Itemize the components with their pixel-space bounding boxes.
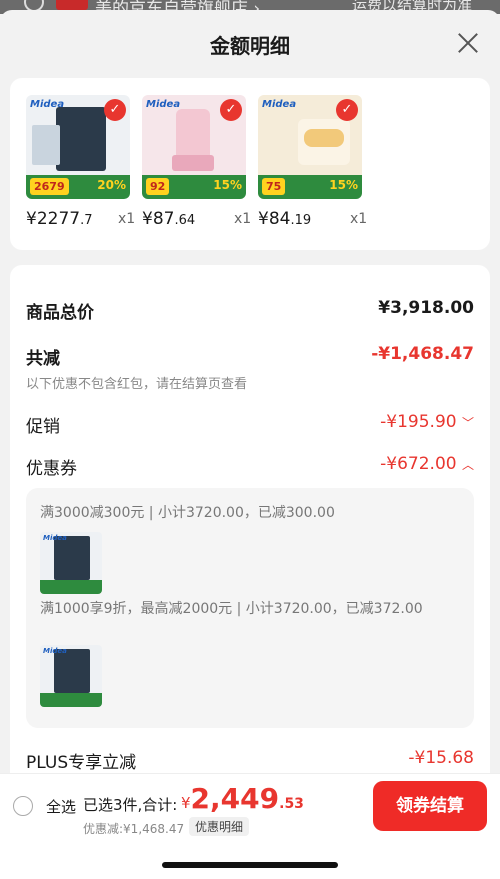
reduce-label: 共减 [26, 349, 60, 369]
background-store-tag [56, 0, 88, 10]
product-quantity: x1 [234, 211, 252, 227]
product-list: Midea ✓ 2679 20% ¥2277.7 x1 Midea ✓ 92 1… [10, 78, 490, 250]
close-icon[interactable] [455, 30, 481, 56]
brand-logo: Midea [146, 99, 181, 110]
promo-label: 促销 [26, 417, 60, 437]
product-item[interactable]: Midea ✓ 2679 20% ¥2277.7 x1 [20, 95, 135, 235]
selected-count: 已选3件,合计: [83, 796, 178, 814]
total-label: 商品总价 [26, 303, 94, 323]
promo-band: 75 15% [258, 175, 362, 199]
promo-price: 75 [262, 178, 286, 195]
promo-percent: 15% [213, 178, 242, 192]
total-value: ¥3,918.00 [378, 298, 474, 318]
checked-icon: ✓ [336, 99, 358, 121]
reduce-value: -¥1,468.47 [371, 344, 474, 364]
promo-value: -¥195.90 ﹀ [380, 412, 474, 432]
product-quantity: x1 [118, 211, 136, 227]
product-quantity: x1 [350, 211, 368, 227]
product-item[interactable]: Midea ✓ 75 15% ¥84.19 x1 [252, 95, 367, 235]
coupon-label: 优惠券 [26, 459, 77, 479]
amount-detail-sheet: 金额明细 Midea ✓ 2679 20% ¥2277.7 x1 Midea ✓… [0, 10, 500, 879]
chevron-up-icon: ︿ [461, 458, 474, 472]
promo-percent: 15% [329, 178, 358, 192]
discount-detail-chip[interactable]: 优惠明细 [189, 817, 250, 836]
promo-price: 92 [146, 178, 170, 195]
product-image-egg-steamer: Midea ✓ 75 15% [258, 95, 362, 199]
select-all-radio[interactable] [13, 796, 33, 816]
product-image-blender: Midea ✓ 92 15% [142, 95, 246, 199]
checked-icon: ✓ [104, 99, 126, 121]
promo-percent: 20% [97, 178, 126, 192]
checkout-bar: 全选 已选3件,合计: ¥2,449.53 优惠减:¥1,468.47 优惠明细… [0, 773, 500, 879]
product-item[interactable]: Midea ✓ 92 15% ¥87.64 x1 [136, 95, 251, 235]
promo-price: 2679 [30, 178, 69, 195]
product-price: ¥87.64 [142, 209, 196, 229]
brand-logo: Midea [262, 99, 297, 110]
sheet-title: 金额明细 [210, 34, 290, 58]
reduce-note: 以下优惠不包含红包，请在结算页查看 [26, 377, 248, 392]
home-indicator [162, 862, 338, 868]
select-all-label[interactable]: 全选 [46, 796, 76, 817]
checked-icon: ✓ [220, 99, 242, 121]
product-image-fridge: Midea ✓ 2679 20% [26, 95, 130, 199]
brand-logo: Midea [43, 647, 67, 655]
brand-logo: Midea [30, 99, 65, 110]
coupon-rule: 满1000享9折，最高减2000元 | 小计3720.00，已减372.00 [40, 601, 423, 617]
promo-band: 92 15% [142, 175, 246, 199]
coupon-rule: 满3000减300元 | 小计3720.00，已减300.00 [40, 505, 335, 521]
coupon-product-thumb: Midea [40, 645, 102, 707]
promo-band: 2679 20% [26, 175, 130, 199]
coupon-detail-box: 满3000减300元 | 小计3720.00，已减300.00 Midea 满1… [26, 488, 474, 728]
plus-label: PLUS专享立减 [26, 753, 137, 773]
total-price: ¥2,449.53 [181, 782, 304, 815]
product-price: ¥84.19 [258, 209, 312, 229]
checkout-button[interactable]: 领券结算 [373, 781, 487, 831]
discount-amount: 优惠减:¥1,468.47 [83, 822, 185, 836]
plus-value: -¥15.68 [408, 748, 474, 768]
coupon-product-thumb: Midea [40, 532, 102, 594]
brand-logo: Midea [43, 534, 67, 542]
product-price: ¥2277.7 [26, 209, 93, 229]
coupon-value: -¥672.00 ︿ [380, 454, 474, 474]
chevron-down-icon: ﹀ [461, 416, 474, 430]
